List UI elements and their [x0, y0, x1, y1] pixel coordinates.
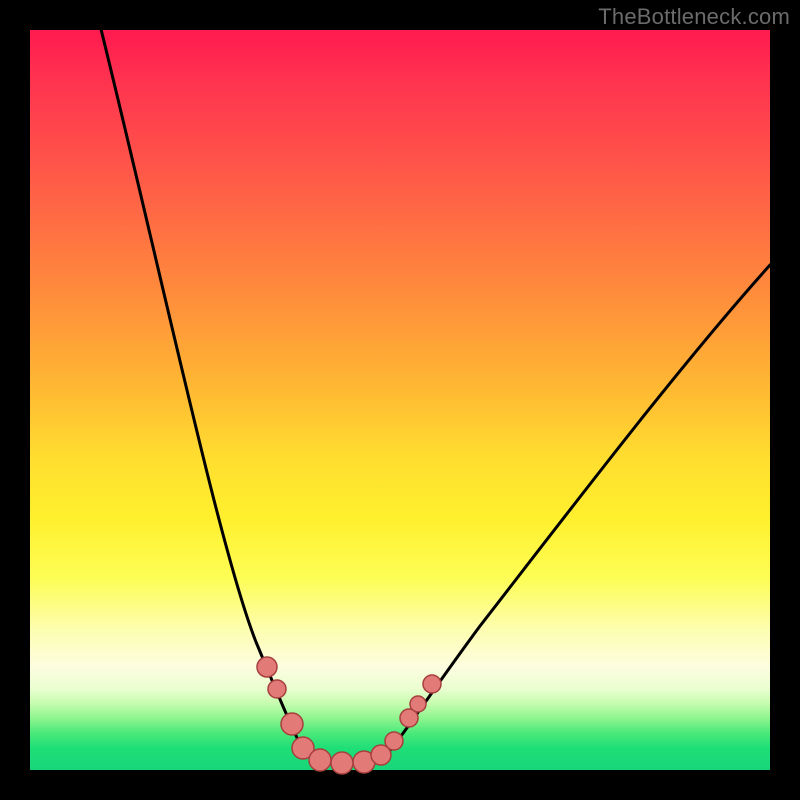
outer-frame: TheBottleneck.com — [0, 0, 800, 800]
bead — [309, 749, 331, 771]
watermark-text: TheBottleneck.com — [598, 4, 790, 30]
curve-left — [100, 25, 326, 763]
chart-overlay — [30, 30, 770, 770]
bead — [268, 680, 286, 698]
bead — [385, 732, 403, 750]
bead — [423, 675, 441, 693]
bead — [281, 713, 303, 735]
bead — [257, 657, 277, 677]
bead — [410, 696, 426, 712]
curves — [100, 25, 770, 763]
beads-group — [257, 657, 441, 774]
bead — [331, 752, 353, 774]
